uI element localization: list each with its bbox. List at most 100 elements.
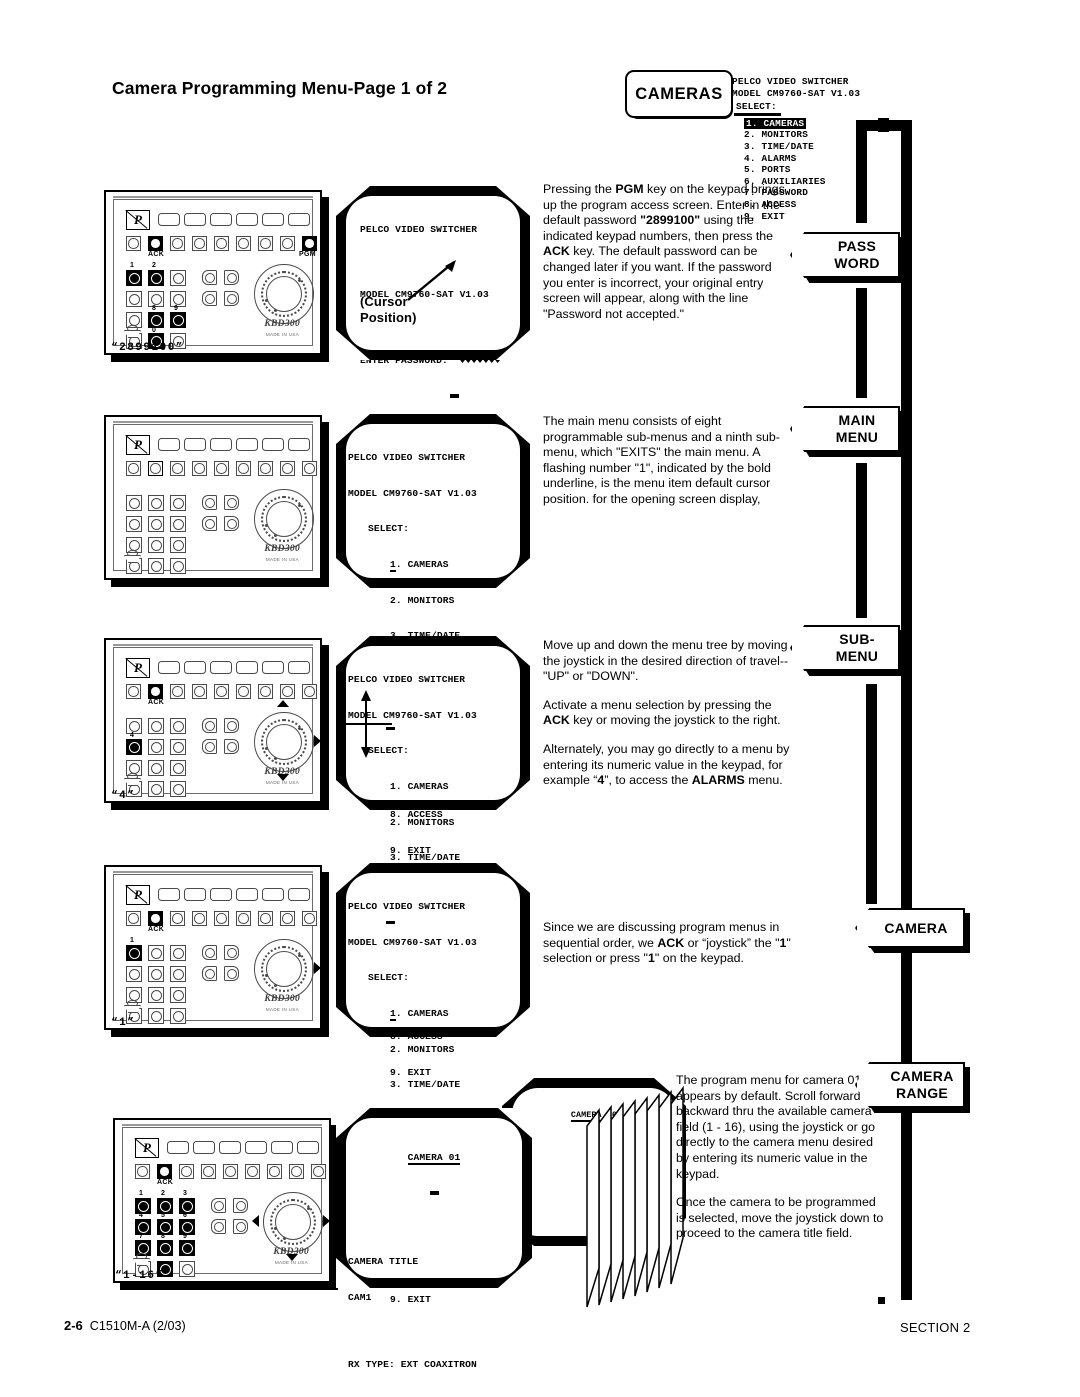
- mode-key[interactable]: [280, 911, 295, 926]
- keypad-key-3[interactable]: [170, 718, 186, 734]
- function-key[interactable]: [245, 1141, 267, 1154]
- mode-key[interactable]: [236, 911, 251, 926]
- arrow-left-key[interactable]: [211, 1198, 226, 1213]
- keyboard-row1[interactable]: P ACK PGM 1 2 8 9 0 KBD300 MADE IN USA “…: [104, 190, 329, 362]
- function-key[interactable]: [262, 888, 284, 901]
- jog-wheel[interactable]: [254, 712, 314, 772]
- arrow-right-key-2[interactable]: [224, 966, 239, 981]
- menu-item-2[interactable]: 2. MONITORS: [348, 817, 518, 829]
- function-key[interactable]: [236, 438, 258, 451]
- ack-key[interactable]: [148, 684, 163, 699]
- mode-key[interactable]: [179, 1164, 194, 1179]
- cameras-tab[interactable]: CAMERAS: [625, 70, 733, 118]
- arrow-right-key-2[interactable]: [224, 516, 239, 531]
- function-key[interactable]: [288, 213, 310, 226]
- arrow-left-key-2[interactable]: [202, 739, 217, 754]
- function-key[interactable]: [271, 1141, 293, 1154]
- osd-item-3[interactable]: 4. ALARMS: [732, 153, 882, 165]
- keypad-key-5[interactable]: [148, 739, 164, 755]
- pgm-key[interactable]: [302, 236, 317, 251]
- function-key[interactable]: [262, 213, 284, 226]
- mode-key[interactable]: [192, 461, 207, 476]
- jog-wheel[interactable]: [263, 1192, 323, 1252]
- jog-wheel[interactable]: [254, 939, 314, 999]
- function-key[interactable]: [236, 661, 258, 674]
- menu-item-2[interactable]: 2. MONITORS: [348, 595, 518, 607]
- menu-item-3[interactable]: 3. TIME/DATE: [348, 1079, 518, 1091]
- mode-key[interactable]: [258, 684, 273, 699]
- keypad-key-2[interactable]: [148, 718, 164, 734]
- pgm-key[interactable]: [302, 911, 317, 926]
- mode-key[interactable]: [170, 911, 185, 926]
- function-key[interactable]: [167, 1141, 189, 1154]
- mode-key[interactable]: [214, 911, 229, 926]
- function-key[interactable]: [262, 438, 284, 451]
- keypad-key-9[interactable]: [170, 537, 186, 553]
- keypad-key-9[interactable]: [179, 1240, 195, 1256]
- keypad-key-0[interactable]: [148, 1008, 164, 1024]
- arrow-right-key-2[interactable]: [224, 291, 239, 306]
- keypad-key-hash[interactable]: [179, 1261, 195, 1277]
- keypad-key-9[interactable]: [170, 987, 186, 1003]
- keypad-key-5[interactable]: [148, 966, 164, 982]
- osd-item-5[interactable]: 6. AUXILIARIES: [732, 176, 882, 188]
- mode-key[interactable]: [223, 1164, 238, 1179]
- ack-key[interactable]: [148, 911, 163, 926]
- function-key[interactable]: [210, 661, 232, 674]
- function-key[interactable]: [158, 438, 180, 451]
- osd-item-4[interactable]: 5. PORTS: [732, 164, 882, 176]
- function-key[interactable]: [210, 888, 232, 901]
- arrow-right-key[interactable]: [233, 1198, 248, 1213]
- mode-key[interactable]: [236, 684, 251, 699]
- function-key[interactable]: [184, 661, 206, 674]
- osd-item-1[interactable]: 2. MONITORS: [732, 129, 882, 141]
- keypad-key-5[interactable]: [148, 516, 164, 532]
- mode-key[interactable]: [258, 236, 273, 251]
- arrow-left-key-2[interactable]: [211, 1219, 226, 1234]
- mode-key[interactable]: [126, 236, 141, 251]
- keypad-key-0[interactable]: [148, 781, 164, 797]
- arrow-left-key-2[interactable]: [202, 966, 217, 981]
- mode-key[interactable]: [280, 684, 295, 699]
- mode-key[interactable]: [170, 684, 185, 699]
- menu-item-2[interactable]: 2. MONITORS: [348, 1044, 518, 1056]
- function-key[interactable]: [184, 888, 206, 901]
- arrow-right-key[interactable]: [224, 270, 239, 285]
- function-key[interactable]: [158, 888, 180, 901]
- mode-key[interactable]: [192, 911, 207, 926]
- mode-key[interactable]: [201, 1164, 216, 1179]
- mode-key[interactable]: [214, 684, 229, 699]
- keypad-key-1[interactable]: [126, 495, 142, 511]
- function-key[interactable]: [210, 438, 232, 451]
- arrow-right-key[interactable]: [224, 945, 239, 960]
- function-key[interactable]: [184, 213, 206, 226]
- keypad-key-3[interactable]: [170, 495, 186, 511]
- pgm-key[interactable]: [302, 684, 317, 699]
- arrow-left-key[interactable]: [202, 945, 217, 960]
- mode-key[interactable]: [280, 236, 295, 251]
- keypad-key-6[interactable]: [170, 966, 186, 982]
- mode-key[interactable]: [236, 236, 251, 251]
- keypad-key-2[interactable]: [148, 495, 164, 511]
- arrow-left-key-2[interactable]: [202, 291, 217, 306]
- keyboard-row5[interactable]: P ACK 1 2 3 4 5 6 7 8 9 KBD300 MADE IN U…: [113, 1118, 338, 1290]
- keypad-key-9[interactable]: [170, 312, 186, 328]
- keypad-key-8[interactable]: [148, 312, 164, 328]
- function-key[interactable]: [288, 661, 310, 674]
- mode-key[interactable]: [126, 684, 141, 699]
- mode-key[interactable]: [192, 684, 207, 699]
- keypad-key-4[interactable]: [126, 516, 142, 532]
- arrow-right-key[interactable]: [224, 495, 239, 510]
- ack-key[interactable]: [148, 461, 163, 476]
- arrow-right-key[interactable]: [224, 718, 239, 733]
- pgm-key[interactable]: [311, 1164, 326, 1179]
- keyboard-row4[interactable]: P ACK 1 KBD300 MADE IN USA “1”: [104, 865, 329, 1037]
- keypad-key-2[interactable]: [148, 270, 164, 286]
- mode-key[interactable]: [214, 461, 229, 476]
- arrow-right-key-2[interactable]: [233, 1219, 248, 1234]
- arrow-left-key[interactable]: [202, 718, 217, 733]
- keypad-key-2[interactable]: [148, 945, 164, 961]
- mode-key[interactable]: [258, 461, 273, 476]
- function-key[interactable]: [158, 661, 180, 674]
- keyboard-row3[interactable]: P ACK 4 KBD300 MADE IN USA “4”: [104, 638, 329, 810]
